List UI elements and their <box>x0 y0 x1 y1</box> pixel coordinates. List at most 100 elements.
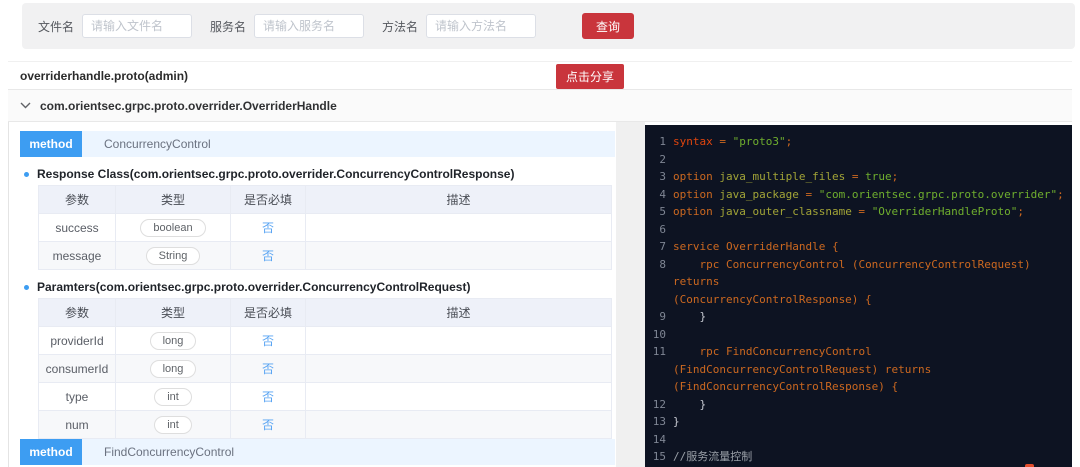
type-badge: String <box>145 246 201 265</box>
code-line: 2 <box>651 151 1064 169</box>
code-line: 12 } <box>651 396 1064 414</box>
code-content: rpc ConcurrencyControl (ConcurrencyContr… <box>673 257 1031 306</box>
code-content <box>673 221 1064 239</box>
param-desc-cell <box>305 241 612 270</box>
code-line: 9 } <box>651 308 1064 326</box>
filename-input[interactable] <box>82 14 193 38</box>
type-badge: long <box>149 359 197 378</box>
proto-code-viewer[interactable]: 1 syntax = "proto3"; 2 3 option java_multipl… <box>645 125 1072 467</box>
line-number: 14 <box>652 432 666 446</box>
filename-field-group: 文件名 <box>38 14 193 38</box>
param-name-cell: success <box>38 213 116 242</box>
code-content <box>673 326 1064 344</box>
service-collapse-row[interactable]: com.orientsec.grpc.proto.overrider.Overr… <box>8 90 1072 122</box>
line-number: 5 <box>659 205 666 218</box>
method-name: FindConcurrencyControl <box>104 445 235 459</box>
method-tag: method <box>20 439 82 465</box>
param-name-cell: message <box>38 241 116 270</box>
bullet-dot-icon <box>24 284 29 290</box>
column-header: 类型 <box>115 185 231 214</box>
method-bar-concurrency-control[interactable]: method ConcurrencyControl <box>20 131 615 157</box>
table-row: num int 否 <box>38 410 612 439</box>
share-button[interactable]: 点击分享 <box>556 64 625 89</box>
panel-divider <box>616 122 645 467</box>
code-line: 1 syntax = "proto3"; <box>651 133 1064 151</box>
code-line: 13} <box>651 413 1064 431</box>
type-badge: int <box>154 415 192 434</box>
param-type-cell: long <box>115 354 231 383</box>
line-number: 1 <box>659 135 666 148</box>
table-row: message String 否 <box>38 241 612 270</box>
code-line: 3 option java_multiple_files = true; <box>651 168 1064 186</box>
column-header: 类型 <box>115 298 231 327</box>
line-number: 6 <box>659 222 666 236</box>
type-badge: boolean <box>140 218 206 237</box>
param-type-cell: int <box>115 382 231 411</box>
method-tag: method <box>20 131 82 157</box>
line-number: 8 <box>659 257 666 271</box>
param-name-cell: providerId <box>38 326 116 355</box>
param-required-cell: 否 <box>230 326 306 355</box>
table-row: consumerId long 否 <box>38 354 612 383</box>
file-title: overriderhandle.proto(admin) <box>20 69 189 83</box>
table-row: success boolean 否 <box>38 213 612 242</box>
required-toggle[interactable]: 否 <box>262 362 274 376</box>
request-params-section: Paramters(com.orientsec.grpc.proto.overr… <box>20 280 615 439</box>
column-header: 参数 <box>38 298 116 327</box>
filename-label: 文件名 <box>38 19 75 34</box>
line-number: 4 <box>659 187 666 201</box>
code-content: } <box>673 310 707 323</box>
line-number: 10 <box>652 327 666 341</box>
code-content: option java_multiple_files = true; <box>673 170 899 183</box>
param-type-cell: int <box>115 410 231 439</box>
required-toggle[interactable]: 否 <box>262 249 274 263</box>
filter-bar: 文件名 服务名 方法名 查询 <box>22 3 1075 49</box>
code-line: 10 <box>651 326 1064 344</box>
param-desc-cell <box>305 354 612 383</box>
param-required-cell: 否 <box>230 354 306 383</box>
column-header: 参数 <box>38 185 116 214</box>
section-heading: Paramters(com.orientsec.grpc.proto.overr… <box>37 280 471 294</box>
search-button[interactable]: 查询 <box>582 13 635 39</box>
param-type-cell: boolean <box>115 213 231 242</box>
section-heading: Response Class(com.orientsec.grpc.proto.… <box>37 167 515 181</box>
code-content: } <box>673 415 680 428</box>
param-desc-cell <box>305 213 612 242</box>
code-content <box>673 151 1064 169</box>
param-required-cell: 否 <box>230 241 306 270</box>
param-desc-cell <box>305 326 612 355</box>
param-required-cell: 否 <box>230 410 306 439</box>
required-toggle[interactable]: 否 <box>262 221 274 235</box>
code-line: 4 option java_package = "com.orientsec.gr… <box>651 186 1064 204</box>
service-title: com.orientsec.grpc.proto.overrider.Overr… <box>40 98 337 113</box>
methodname-input[interactable] <box>426 14 537 38</box>
code-line: 11 rpc FindConcurrencyControl (FindConcu… <box>651 343 1064 396</box>
type-badge: long <box>149 331 197 350</box>
code-line: 5 option java_outer_classname = "Override… <box>651 203 1064 221</box>
servicename-field-group: 服务名 <box>210 14 365 38</box>
line-number: 11 <box>652 345 666 358</box>
param-type-cell: long <box>115 326 231 355</box>
line-number: 2 <box>659 152 666 166</box>
param-desc-cell <box>305 382 612 411</box>
column-header: 是否必填 <box>230 185 306 214</box>
required-toggle[interactable]: 否 <box>262 418 274 432</box>
request-params-table: 参数 类型 是否必填 描述 providerId long 否 consumerId long 否… <box>38 298 612 439</box>
bullet-dot-icon <box>24 171 29 177</box>
required-toggle[interactable]: 否 <box>262 390 274 404</box>
line-number: 9 <box>659 310 666 323</box>
code-line: 7 service OverriderHandle { <box>651 238 1064 256</box>
param-name-cell: consumerId <box>38 354 116 383</box>
code-content: service OverriderHandle { <box>673 240 839 253</box>
column-header: 是否必填 <box>230 298 306 327</box>
method-bar-find-concurrency-control[interactable]: method FindConcurrencyControl <box>20 439 615 465</box>
param-required-cell: 否 <box>230 213 306 242</box>
line-number: 7 <box>659 240 666 253</box>
required-toggle[interactable]: 否 <box>262 334 274 348</box>
servicename-input[interactable] <box>254 14 365 38</box>
code-content: syntax = "proto3"; <box>673 135 793 148</box>
table-row: type int 否 <box>38 382 612 411</box>
code-content: } <box>673 397 707 411</box>
line-number: 15 <box>652 450 666 463</box>
response-class-section: Response Class(com.orientsec.grpc.proto.… <box>20 167 615 270</box>
